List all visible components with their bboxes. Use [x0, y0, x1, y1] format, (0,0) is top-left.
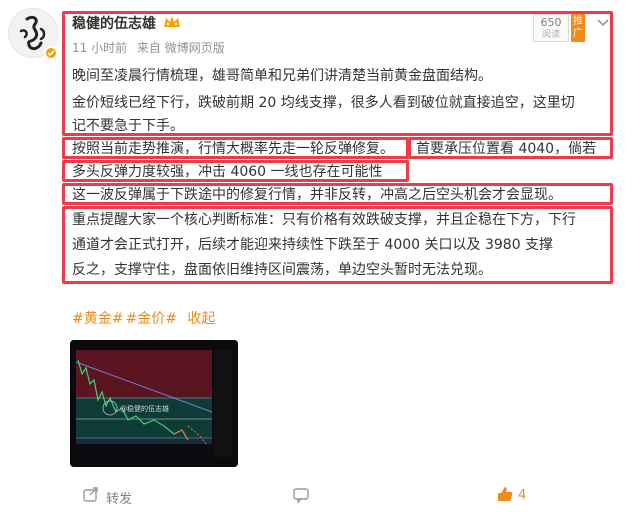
promo-tag[interactable]: 推广 [571, 14, 585, 42]
forward-label[interactable]: 转发 [106, 488, 132, 507]
post-paragraph: 按照当前走势推演，行情大概率先走一轮反弹修复。 [72, 141, 394, 157]
post-image-chart-thumbnail[interactable]: @稳健的伍志雄 [70, 340, 238, 467]
post-paragraph: 这一波反弹属于下跌途中的修复行情，并非反转，冲高之后空头机会才会显现。 [72, 187, 562, 203]
image-watermark: @稳健的伍志雄 [120, 404, 169, 413]
post-time[interactable]: 11 小时前 [72, 41, 127, 55]
comment-icon[interactable] [292, 486, 310, 504]
post-source: 来自 微博网页版 [136, 41, 225, 55]
vip-crown-icon [164, 16, 180, 27]
post-paragraph: 通道才会正式打开，后续才能迎来持续性下跌至于 4000 关口以及 3980 支撑 [72, 237, 554, 253]
post-paragraph: 重点提醒大家一个核心判断标准：只有价格有效跌破支撑，并且企稳在下方，下行 [72, 212, 576, 228]
hashtag-gold[interactable]: #黄金# [72, 311, 123, 327]
post-meta: 11 小时前 来自 微博网页版 [72, 39, 225, 56]
like-thumb-icon[interactable] [496, 485, 514, 503]
hashtag-gold-price[interactable]: #金价# [125, 311, 176, 327]
rank-caption: 阅读 [541, 30, 560, 40]
rank-badge[interactable]: 650 阅读 [533, 14, 569, 42]
post-paragraph: 晚间至凌晨行情梳理，雄哥简单和兄弟们讲清楚当前黄金盘面结构。 [72, 68, 492, 84]
collapse-link[interactable]: 收起 [187, 311, 215, 327]
forward-icon[interactable] [82, 486, 100, 504]
rank-number: 650 [540, 16, 562, 29]
post-paragraph: 多头反弹力度较强，冲击 4060 一线也存在可能性 [72, 164, 383, 180]
chevron-down-icon[interactable] [596, 16, 610, 30]
verified-badge-icon [44, 46, 58, 60]
author-name[interactable]: 稳健的伍志雄 [72, 13, 156, 33]
post-paragraph: 金价短线已经下行，跌破前期 20 均线支撑，很多人看到破位就直接追空，这里切 [72, 95, 575, 111]
hashtag-row: #黄金# #金价# 收起 [72, 308, 217, 328]
like-count: 4 [518, 488, 527, 503]
post-paragraph: 反之，支撑守住，盘面依旧维持区间震荡，单边空头暂时无法兑现。 [72, 262, 492, 278]
post-paragraph: 首要承压位置看 4040，倘若 [416, 141, 597, 157]
post-paragraph: 记不要急于下手。 [72, 118, 184, 134]
